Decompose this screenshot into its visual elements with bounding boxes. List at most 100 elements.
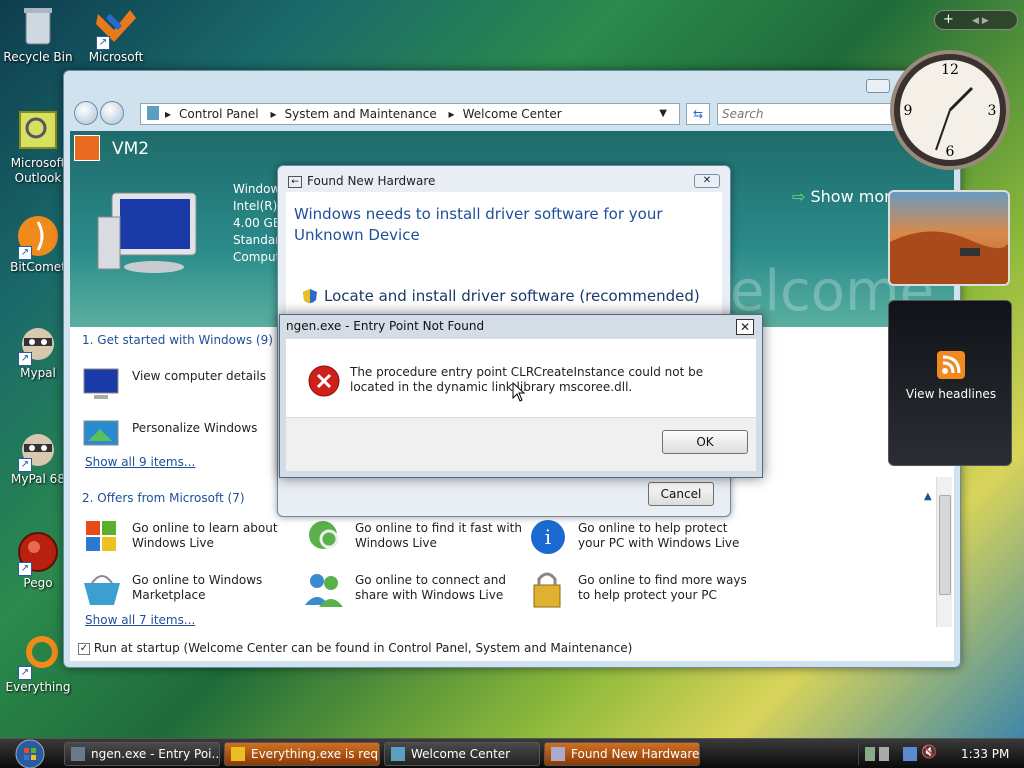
collapse-icon[interactable]: ▲ [924, 491, 932, 502]
minimize-button[interactable] [866, 79, 890, 93]
forward-button[interactable] [100, 101, 124, 125]
item-label: Go online to Windows Marketplace [132, 573, 263, 602]
refresh-icon[interactable]: ⇆ [686, 103, 710, 125]
visual-studio-icon: ↗ [94, 4, 138, 50]
close-button[interactable]: ✕ [736, 319, 754, 335]
desktop-icon-label: Everything [5, 680, 71, 694]
globe-search-icon [303, 517, 347, 557]
user-avatar [74, 135, 100, 161]
option-locate-install[interactable]: Locate and install driver software (reco… [324, 287, 700, 305]
ok-button[interactable]: OK [662, 430, 748, 454]
computer-name: VM2 [112, 139, 150, 159]
item-label: Go online to find it fast with Windows L… [355, 521, 522, 550]
cancel-button[interactable]: Cancel [648, 482, 714, 506]
error-icon [308, 365, 340, 397]
breadcrumb-arrow: ▸ [448, 107, 455, 121]
back-button[interactable] [74, 101, 98, 125]
volume-muted-icon[interactable]: 🔇 [921, 745, 937, 760]
desktop-icon-microsoft[interactable]: ↗ Microsoft [78, 4, 154, 65]
search-input[interactable]: Search [717, 103, 897, 125]
chevron-down-icon[interactable]: ▼ [659, 104, 667, 124]
item-label: Go online to connect and share with Wind… [355, 573, 506, 602]
desktop-icon-recycle-bin[interactable]: Recycle Bin [0, 4, 76, 65]
breadcrumb-arrow: ▸ [165, 107, 172, 121]
taskbar: ngen.exe - Entry Poi... Everything.exe i… [0, 738, 1024, 768]
breadcrumb-control-panel[interactable]: Control Panel [179, 107, 259, 121]
item-label: Go online to find more ways to help prot… [578, 573, 747, 602]
scrollbar-thumb[interactable] [939, 495, 951, 595]
shortcut-arrow-icon: ↗ [18, 352, 32, 366]
back-arrow-icon[interactable]: ← [288, 176, 302, 188]
section-get-started[interactable]: 1. Get started with Windows (9) [82, 333, 273, 347]
taskbar-button-label: ngen.exe - Entry Poi... [91, 747, 220, 761]
shopping-basket-icon [80, 569, 124, 609]
tray-icon[interactable] [865, 747, 875, 761]
pego-icon: ↗ [16, 530, 60, 576]
shortcut-arrow-icon: ↗ [18, 562, 32, 576]
svg-text:6: 6 [946, 144, 955, 160]
address-bar[interactable]: ▸ Control Panel ▸ System and Maintenance ▸… [140, 103, 680, 125]
error-dialog-title: ngen.exe - Entry Point Not Found [286, 319, 485, 333]
breadcrumb-arrow: ▸ [270, 107, 277, 121]
rss-icon [937, 351, 965, 379]
taskbar-button-everything[interactable]: Everything.exe is req... [224, 742, 380, 766]
outlook-icon [16, 110, 60, 154]
add-gadget-icon[interactable]: + [943, 12, 954, 27]
window-icon [71, 747, 85, 761]
breadcrumb-welcome-center[interactable]: Welcome Center [463, 107, 562, 121]
shortcut-arrow-icon: ↗ [18, 458, 32, 472]
bitcomet-icon: ↗ [16, 214, 60, 260]
close-button[interactable]: ✕ [694, 174, 720, 188]
desktop-icon-label: Microsoft Outlook [10, 156, 66, 185]
dialog-heading: Windows needs to install driver software… [294, 205, 663, 244]
section-offers[interactable]: 2. Offers from Microsoft (7) [82, 491, 245, 505]
system-tray: 🔇 1:33 PM [858, 743, 1020, 765]
lock-icon [526, 569, 570, 609]
error-dialog-footer: OK [286, 417, 756, 471]
raccoon-icon: ↗ [16, 426, 60, 472]
address-bar-area: ▸ Control Panel ▸ System and Maintenance ▸… [72, 99, 952, 129]
shortcut-arrow-icon: ↗ [96, 36, 110, 50]
taskbar-button-found-new-hardware[interactable]: Found New Hardware [544, 742, 700, 766]
show-all-7-items-link[interactable]: Show all 7 items... [85, 613, 195, 627]
startup-checkbox[interactable]: ✓ [78, 642, 90, 655]
sidebar-nav-icon[interactable]: ◀ ▶ [972, 16, 989, 26]
view-headlines-link[interactable]: View headlines [889, 387, 1013, 401]
raccoon-icon: ↗ [16, 320, 60, 366]
feed-headlines-gadget[interactable]: View headlines [888, 300, 1012, 466]
tray-icon[interactable] [879, 747, 889, 761]
clock-time[interactable]: 1:33 PM [961, 747, 1009, 761]
run-at-startup-row[interactable]: ✓ Run at startup (Welcome Center can be … [78, 641, 632, 655]
breadcrumb-system-maintenance[interactable]: System and Maintenance [284, 107, 436, 121]
shortcut-arrow-icon: ↗ [18, 666, 32, 680]
svg-text:9: 9 [904, 103, 913, 119]
desktop-icon-label: Recycle Bin [3, 50, 73, 64]
error-message: The procedure entry point CLRCreateInsta… [350, 365, 704, 394]
arrow-right-icon: ⇨ [792, 187, 806, 206]
hardware-icon [551, 747, 565, 761]
svg-text:3: 3 [988, 103, 997, 119]
computer-monitor-icon [92, 187, 202, 277]
item-label: Go online to help protect your PC with W… [578, 521, 740, 550]
taskbar-button-ngen[interactable]: ngen.exe - Entry Poi... [64, 742, 220, 766]
show-all-9-items-link[interactable]: Show all 9 items... [85, 455, 195, 469]
startup-label: Run at startup (Welcome Center can be fo… [93, 641, 633, 655]
scrollbar[interactable] [936, 477, 952, 627]
recycle-bin-icon [16, 4, 60, 48]
network-icon[interactable] [903, 747, 917, 761]
monitor-icon [80, 365, 124, 405]
svg-text:i: i [545, 525, 551, 549]
control-panel-icon [147, 106, 159, 120]
svg-text:12: 12 [941, 62, 959, 78]
taskbar-button-label: Welcome Center [411, 747, 511, 761]
item-label: Go online to learn about Windows Live [132, 521, 278, 550]
windows-logo-icon [80, 517, 124, 557]
start-button[interactable] [4, 739, 50, 768]
people-icon [303, 569, 347, 609]
error-dialog-body: The procedure entry point CLRCreateInsta… [286, 339, 756, 471]
slideshow-gadget[interactable] [888, 190, 1010, 286]
desktop-icon-label: Microsoft [88, 50, 144, 64]
sidebar-control[interactable]: + ◀ ▶ [934, 10, 1018, 30]
clock-gadget[interactable]: 12 6 9 3 [888, 48, 1014, 174]
taskbar-button-welcome-center[interactable]: Welcome Center [384, 742, 540, 766]
